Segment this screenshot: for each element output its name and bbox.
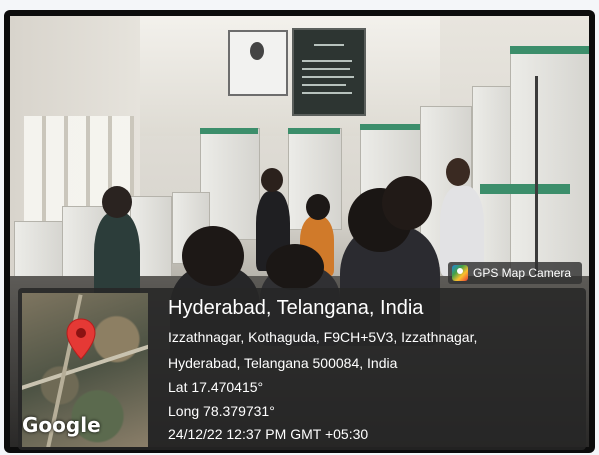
display-panel-stripe <box>510 46 589 54</box>
person-head <box>306 194 330 220</box>
person-head <box>261 168 283 192</box>
display-panel-stripe <box>360 124 420 130</box>
display-panel-stripe <box>200 128 258 134</box>
display-panel-stripe <box>480 184 570 194</box>
gps-map-camera-badge: GPS Map Camera <box>448 262 582 284</box>
person-head <box>182 226 244 286</box>
map-brand: Google <box>22 413 101 437</box>
person-head <box>266 244 324 290</box>
display-panel-stripe <box>288 128 340 134</box>
map-pin-icon <box>66 318 96 360</box>
gps-map-camera-icon <box>452 265 468 281</box>
location-title: Hyderabad, Telangana, India <box>168 297 424 319</box>
person-head <box>446 158 470 186</box>
ceiling <box>140 16 440 136</box>
longitude: Long 78.379731° <box>168 403 275 419</box>
person-head <box>102 186 132 218</box>
person-head <box>382 176 432 230</box>
datetime: 24/12/22 12:37 PM GMT +05:30 <box>168 426 369 442</box>
wall-poster-dark <box>292 28 366 116</box>
address-line-2: Hyderabad, Telangana 500084, India <box>168 355 398 371</box>
poster-logo-icon <box>250 42 264 60</box>
address-line-1: Izzathnagar, Kothaguda, F9CH+5V3, Izzath… <box>168 329 478 345</box>
gps-badge-label: GPS Map Camera <box>473 266 572 280</box>
wall-poster-small <box>228 30 288 96</box>
display-panel <box>510 46 589 298</box>
latitude: Lat 17.470415° <box>168 379 264 395</box>
